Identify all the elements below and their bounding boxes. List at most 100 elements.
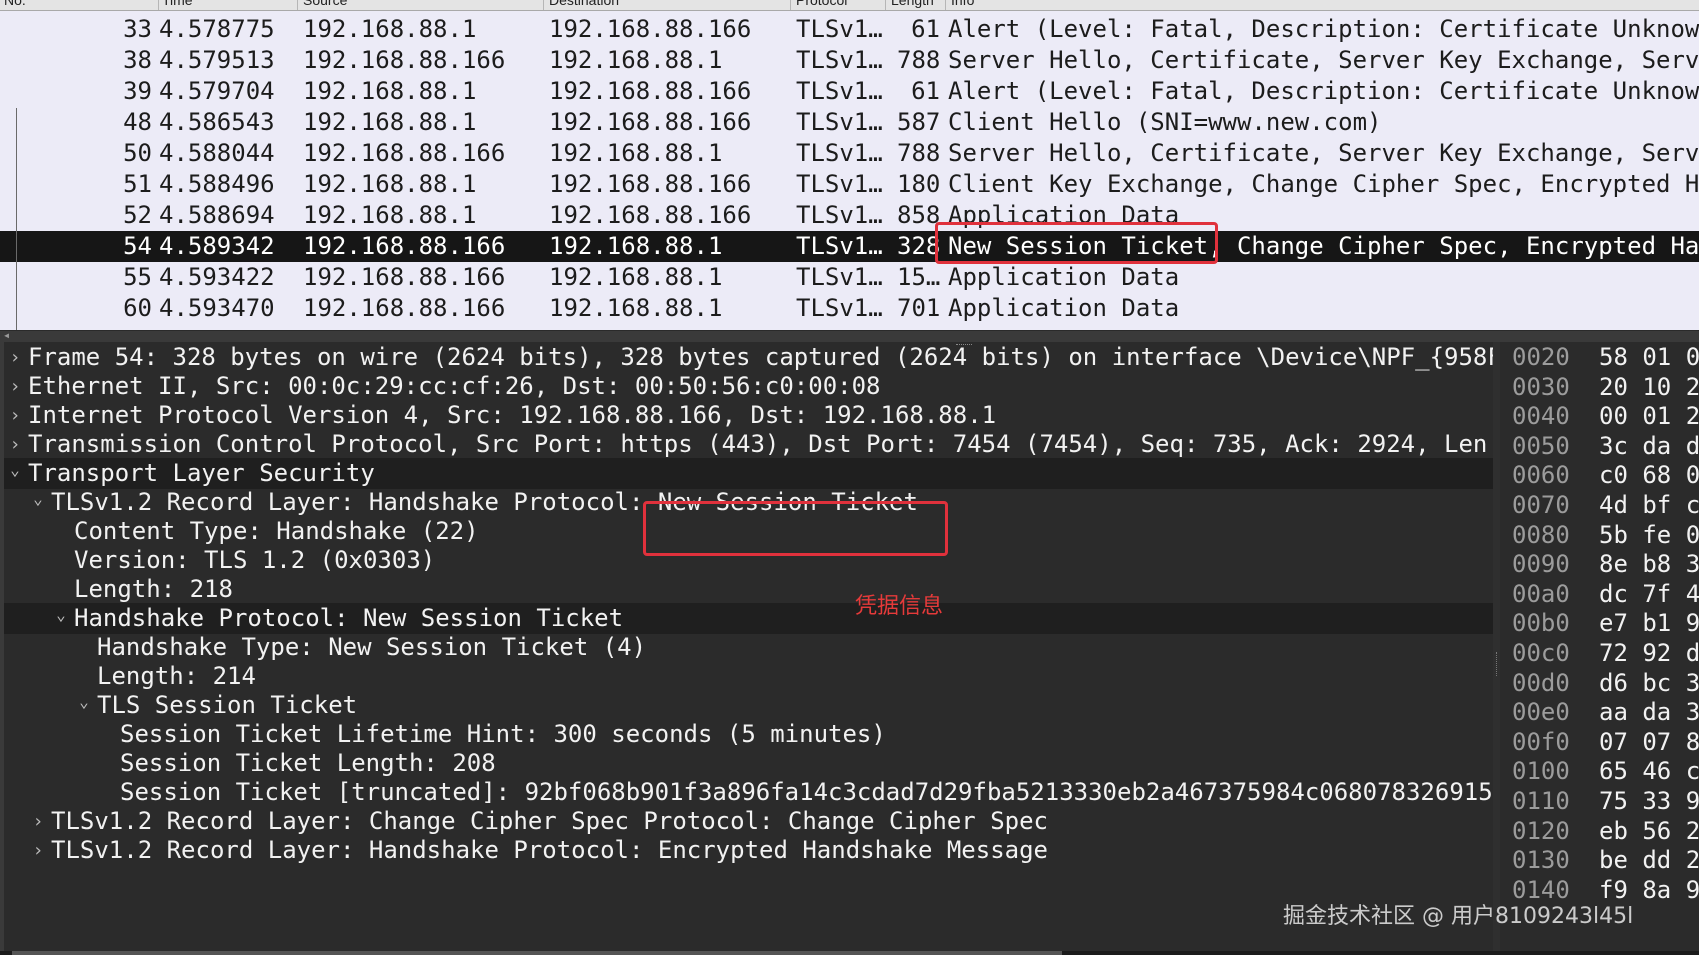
column-header-destination[interactable]: Destination	[549, 0, 619, 8]
hex-row[interactable]: 0060 c0 68 0	[1500, 460, 1699, 490]
packet-row[interactable]: 54 4.589342 192.168.88.166 192.168.88.1 TLSv…	[0, 231, 1699, 262]
column-header-length[interactable]: Length	[891, 0, 934, 8]
packet-list[interactable]: No. Time Source Destination Protocol Len…	[0, 0, 1699, 342]
column-header-time[interactable]: Time	[162, 0, 193, 8]
column-header-source[interactable]: Source	[303, 0, 347, 8]
details-bytes-splitter[interactable]	[1493, 342, 1500, 955]
pane-splitter-grip-top[interactable]	[956, 344, 972, 348]
hex-row[interactable]: 0130 be dd 2	[1500, 845, 1699, 875]
hex-row[interactable]: 00d0 d6 bc 3	[1500, 668, 1699, 698]
detail-tree-item[interactable]: Session Ticket Length: 208	[0, 748, 1493, 779]
packet-protocol: TLSv1…	[796, 139, 883, 167]
detail-tree-item[interactable]: Session Ticket Lifetime Hint: 300 second…	[0, 719, 1493, 750]
chevron-right-icon[interactable]: ›	[31, 806, 45, 837]
hex-offset: 0130	[1512, 846, 1570, 875]
packet-time: 4.593422	[159, 263, 275, 291]
chevron-down-icon[interactable]: ⌄	[8, 454, 22, 485]
detail-tree-label: Session Ticket Lifetime Hint: 300 second…	[120, 720, 886, 748]
detail-tree-label: Handshake Type: New Session Ticket (4)	[97, 633, 647, 661]
scrollbar-thumb[interactable]	[12, 951, 1062, 955]
hex-row[interactable]: 00a0 dc 7f 4	[1500, 579, 1699, 609]
detail-tree-item[interactable]: › Transmission Control Protocol, Src Port…	[0, 429, 1493, 460]
column-header-info[interactable]: Info	[951, 0, 974, 8]
hex-row[interactable]: 00e0 aa da 3	[1500, 697, 1699, 727]
detail-tree-label: Transport Layer Security	[28, 459, 375, 487]
packet-row[interactable]: 55 4.593422 192.168.88.166 192.168.88.1 TLSv…	[0, 262, 1699, 293]
hex-bytes: 07 07 8	[1599, 727, 1699, 756]
hex-row[interactable]: 0040 00 01 2	[1500, 401, 1699, 431]
packet-length: 788	[897, 46, 940, 74]
detail-tree-item[interactable]: › Ethernet II, Src: 00:0c:29:cc:cf:26, Ds…	[0, 371, 1493, 402]
packet-bytes-pane[interactable]: 0020 58 01 0 0030 20 10 2 0040 00 01 2 0050 3c …	[1500, 342, 1699, 955]
packet-destination: 192.168.88.166	[549, 108, 752, 136]
hex-row[interactable]: 0020 58 01 0	[1500, 342, 1699, 372]
watermark-text: 掘金技术社区 @ 用户8109243l45l	[1283, 904, 1634, 929]
packet-number: 48	[123, 108, 152, 136]
packet-protocol: TLSv1…	[796, 170, 883, 198]
chevron-right-icon[interactable]: ›	[8, 371, 22, 402]
hex-offset: 00a0	[1512, 579, 1570, 608]
packet-number: 33	[123, 15, 152, 43]
packet-length: 328	[897, 232, 940, 260]
chevron-right-icon[interactable]: ›	[8, 342, 22, 373]
hex-offset: 00d0	[1512, 668, 1570, 697]
column-header-protocol[interactable]: Protocol	[796, 0, 847, 8]
detail-tree-item[interactable]: Length: 218	[0, 574, 1493, 605]
packet-time: 4.579513	[159, 46, 275, 74]
packet-length: 61	[911, 77, 940, 105]
detail-tree-item[interactable]: › Internet Protocol Version 4, Src: 192.1…	[0, 400, 1493, 431]
packet-number: 55	[123, 263, 152, 291]
pane-left-edge	[0, 342, 4, 955]
hex-row[interactable]: 0120 eb 56 2	[1500, 816, 1699, 846]
hex-row[interactable]: 00f0 07 07 8	[1500, 727, 1699, 757]
hex-row[interactable]: 0090 8e b8 3	[1500, 549, 1699, 579]
chevron-down-icon[interactable]: ⌄	[31, 483, 45, 514]
hex-row[interactable]: 0100 65 46 c	[1500, 756, 1699, 786]
packet-destination: 192.168.88.166	[549, 201, 752, 229]
packet-list-horizontal-scrollbar[interactable]: ◂	[0, 328, 1699, 342]
chevron-down-icon[interactable]: ⌄	[77, 686, 91, 717]
hex-row[interactable]: 0050 3c da d	[1500, 431, 1699, 461]
packet-row[interactable]: 50 4.588044 192.168.88.166 192.168.88.1 TLSv…	[0, 138, 1699, 169]
packet-destination: 192.168.88.1	[549, 232, 723, 260]
hex-row[interactable]: 0070 4d bf c	[1500, 490, 1699, 520]
packet-row[interactable]: 39 4.579704 192.168.88.1 192.168.88.166 TLSv…	[0, 76, 1699, 107]
hex-bytes: d6 bc 3	[1599, 668, 1699, 697]
packet-row[interactable]: 48 4.586543 192.168.88.1 192.168.88.166 TLSv…	[0, 107, 1699, 138]
column-header-no[interactable]: No.	[4, 0, 26, 8]
detail-tree-item[interactable]: › TLSv1.2 Record Layer: Handshake Protoco…	[0, 835, 1493, 866]
chevron-down-icon[interactable]: ⌄	[54, 599, 68, 630]
detail-tree-label: TLSv1.2 Record Layer: Handshake Protocol…	[51, 836, 1048, 864]
detail-tree-item[interactable]: Session Ticket [truncated]: 92bf068b901f…	[0, 777, 1493, 808]
chevron-right-icon[interactable]: ›	[31, 835, 45, 866]
packet-number: 60	[123, 294, 152, 322]
hex-row[interactable]: 0030 20 10 2	[1500, 372, 1699, 402]
detail-tree-item[interactable]: ⌄ Transport Layer Security	[0, 458, 1493, 489]
packet-row[interactable]: 33 4.578775 192.168.88.1 192.168.88.166 TLSv…	[0, 14, 1699, 45]
packet-row[interactable]: 51 4.588496 192.168.88.1 192.168.88.166 TLSv…	[0, 169, 1699, 200]
hex-row[interactable]: 0080 5b fe 0	[1500, 520, 1699, 550]
packet-destination: 192.168.88.1	[549, 139, 723, 167]
hex-row[interactable]: 0110 75 33 9	[1500, 786, 1699, 816]
hex-bytes: 72 92 d	[1599, 639, 1699, 667]
hex-bytes: aa da 3	[1599, 698, 1699, 727]
hex-row[interactable]: 00b0 e7 b1 9	[1500, 608, 1699, 638]
packet-length: 858	[897, 201, 940, 229]
detail-tree-item[interactable]: Handshake Type: New Session Ticket (4)	[0, 632, 1493, 663]
hex-row[interactable]: 00c0 72 92 d	[1500, 638, 1699, 668]
packet-details-pane[interactable]: › Frame 54: 328 bytes on wire (2624 bits)…	[0, 342, 1493, 955]
packet-row[interactable]: 52 4.588694 192.168.88.1 192.168.88.166 TLSv…	[0, 200, 1699, 231]
packet-info: Alert (Level: Fatal, Description: Certif…	[948, 77, 1699, 105]
chevron-right-icon[interactable]: ›	[8, 400, 22, 431]
scroll-left-arrow-icon[interactable]: ◂	[3, 328, 10, 342]
detail-tree-item[interactable]: ⌄ TLS Session Ticket	[0, 690, 1493, 721]
detail-tree-item[interactable]: › Frame 54: 328 bytes on wire (2624 bits)…	[0, 342, 1493, 373]
hex-offset: 0020	[1512, 343, 1570, 371]
hex-offset: 0060	[1512, 461, 1570, 490]
packet-row[interactable]: 60 4.593470 192.168.88.166 192.168.88.1 TLSv…	[0, 293, 1699, 324]
detail-tree-item[interactable]: › TLSv1.2 Record Layer: Change Cipher Spe…	[0, 806, 1493, 837]
packet-destination: 192.168.88.166	[549, 15, 752, 43]
detail-tree-item[interactable]: Length: 214	[0, 661, 1493, 692]
detail-tree-item[interactable]: ⌄ Handshake Protocol: New Session Ticket	[0, 603, 1493, 634]
packet-row[interactable]: 38 4.579513 192.168.88.166 192.168.88.1 TLSv…	[0, 45, 1699, 76]
